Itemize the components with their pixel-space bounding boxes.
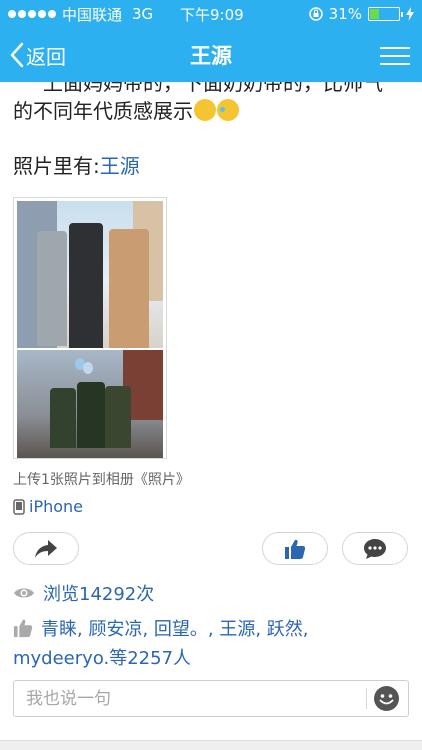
comment-bar [13, 680, 409, 717]
photo-tag-line: 照片里有:王源 [13, 150, 140, 179]
thumbs-up-small-icon [13, 619, 33, 638]
status-bar: 中国联通 3G 下午9:09 31% [0, 0, 422, 28]
upload-caption: 上传1张照片到相册《照片》 [13, 472, 190, 488]
post-text-line1: 上面妈妈带的，下面奶奶带的，比帅气 [43, 82, 383, 95]
carrier-name: 中国联通 [62, 5, 123, 24]
signal-strength-icon [8, 10, 56, 18]
clock: 下午9:09 [180, 5, 244, 24]
smiley-icon[interactable] [373, 685, 400, 712]
divider [366, 688, 367, 709]
comment-button[interactable] [342, 532, 408, 565]
back-label: 返回 [26, 44, 66, 69]
post-text: 上面妈妈带的，下面奶奶带的，比帅气 的不同年代质感展示 [13, 82, 409, 126]
view-count: 浏览14292次 [13, 580, 154, 606]
like-button[interactable] [262, 532, 328, 565]
photo-upper-image [17, 201, 163, 348]
thumbs-up-icon [285, 539, 306, 559]
device-name: iPhone [29, 497, 84, 516]
battery-icon [368, 7, 403, 21]
battery-percent: 31% [328, 5, 362, 23]
chevron-left-icon [10, 42, 24, 68]
rotation-lock-icon [308, 7, 323, 21]
phone-icon [13, 498, 25, 515]
share-arrow-icon [35, 539, 57, 558]
laugh-cry-emoji-icon [217, 99, 239, 121]
likers-list[interactable]: 青睐, 顾安凉, 回望。, 王源, 跃然, mydeeryo.等2257人 [13, 615, 409, 673]
smile-emoji-icon [194, 99, 216, 121]
comment-input[interactable] [14, 681, 364, 716]
share-button[interactable] [13, 532, 79, 565]
post-detail: 上面妈妈带的，下面奶奶带的，比帅气 的不同年代质感展示 照片里有:王源 上传1张… [0, 82, 422, 750]
photo-tag-label: 照片里有: [13, 154, 100, 178]
post-text-line2: 的不同年代质感展示 [13, 99, 193, 123]
back-button[interactable]: 返回 [10, 41, 66, 70]
hamburger-icon[interactable] [380, 41, 410, 71]
comment-bubble-icon [364, 538, 386, 559]
likers-text: 青睐, 顾安凉, 回望。, 王源, 跃然, mydeeryo.等2257人 [13, 619, 309, 669]
photo-thumbnail[interactable] [13, 197, 167, 459]
device-source[interactable]: iPhone [13, 497, 83, 516]
view-count-text: 浏览14292次 [43, 584, 155, 605]
bottom-toolbar-edge [0, 740, 422, 750]
navigation-bar: 返回 王源 [0, 28, 422, 82]
eye-icon [14, 588, 34, 598]
network-type: 3G [132, 5, 154, 23]
photo-tag-link[interactable]: 王源 [100, 154, 140, 178]
photo-lower-image [17, 350, 163, 458]
charging-bolt-icon [406, 7, 414, 21]
